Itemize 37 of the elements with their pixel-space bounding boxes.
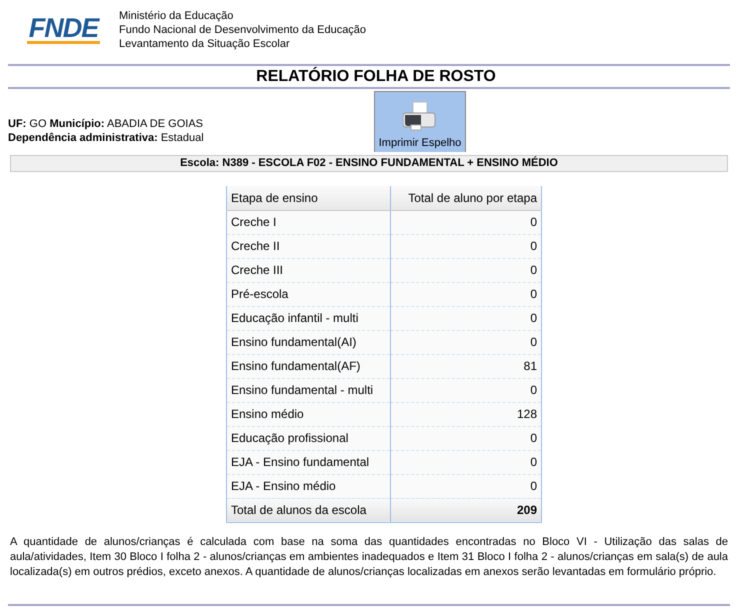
table-cell: 209 <box>390 498 542 522</box>
table-cell: Ensino fundamental(AF) <box>226 354 390 378</box>
footnote-text: A quantidade de alunos/crianças é calculada com base na soma das quantidades encontradas no Bloco VI - Utilização das salas de aula/atividades, Item 30 Bloco I folha 2 - alunos/crianças em ambientes inadequados e Item 31 Bloco I folha 2 - alunos/crianças em sala(s) de aula localizada(s) em outros prédios, exceto anexos. A quantidade de alunos/crianças localizadas em anexos serão levantadas em formulário próprio. <box>10 534 728 580</box>
table-cell: 0 <box>390 426 542 450</box>
table-cell: 0 <box>390 234 542 258</box>
report-title: RELATÓRIO FOLHA DE ROSTO <box>255 66 497 87</box>
table-cell: 81 <box>390 354 542 378</box>
table-cell: Pré-escola <box>226 282 390 306</box>
table-cell: Total de alunos da escola <box>226 498 390 522</box>
table-cell: 128 <box>390 402 542 426</box>
header-text: Levantamento da Situação Escolar <box>119 37 291 51</box>
table-cell: 0 <box>390 282 542 306</box>
header-text: Ministério da Educação <box>119 9 234 23</box>
table-cell: Ensino fundamental(AI) <box>226 330 390 354</box>
table-cell: 0 <box>390 258 542 282</box>
info-text: Dependência administrativa: Estadual <box>8 131 205 145</box>
header-text: Fundo Nacional de Desenvolvimento da Educação <box>119 23 366 37</box>
table-cell: Ensino fundamental - multi <box>226 378 390 402</box>
table-cell: 0 <box>390 306 542 330</box>
column-header: Etapa de ensino <box>226 186 390 210</box>
table-cell: Creche II <box>226 234 390 258</box>
table-cell: Ensino médio <box>226 402 390 426</box>
table-cell: 0 <box>390 330 542 354</box>
info-text: UF: GO Município: ABADIA DE GOIAS <box>8 117 204 131</box>
school-bar: Escola: N389 - ESCOLA F02 - ENSINO FUNDAMENTAL + ENSINO MÉDIO <box>10 155 728 172</box>
table-cell: EJA - Ensino fundamental <box>226 450 390 474</box>
column-header: Total de aluno por etapa <box>390 186 542 210</box>
table-cell: Educação profissional <box>226 426 390 450</box>
table-cell: 0 <box>390 378 542 402</box>
table-cell: Educação infantil - multi <box>226 306 390 330</box>
table-cell: Creche I <box>226 210 390 234</box>
table-cell: Creche III <box>226 258 390 282</box>
print-button[interactable]: Imprimir Espelho <box>374 91 466 152</box>
table-cell: 0 <box>390 450 542 474</box>
printer-icon <box>403 101 437 131</box>
logo: FNDE <box>26 15 100 44</box>
table-cell: 0 <box>390 210 542 234</box>
